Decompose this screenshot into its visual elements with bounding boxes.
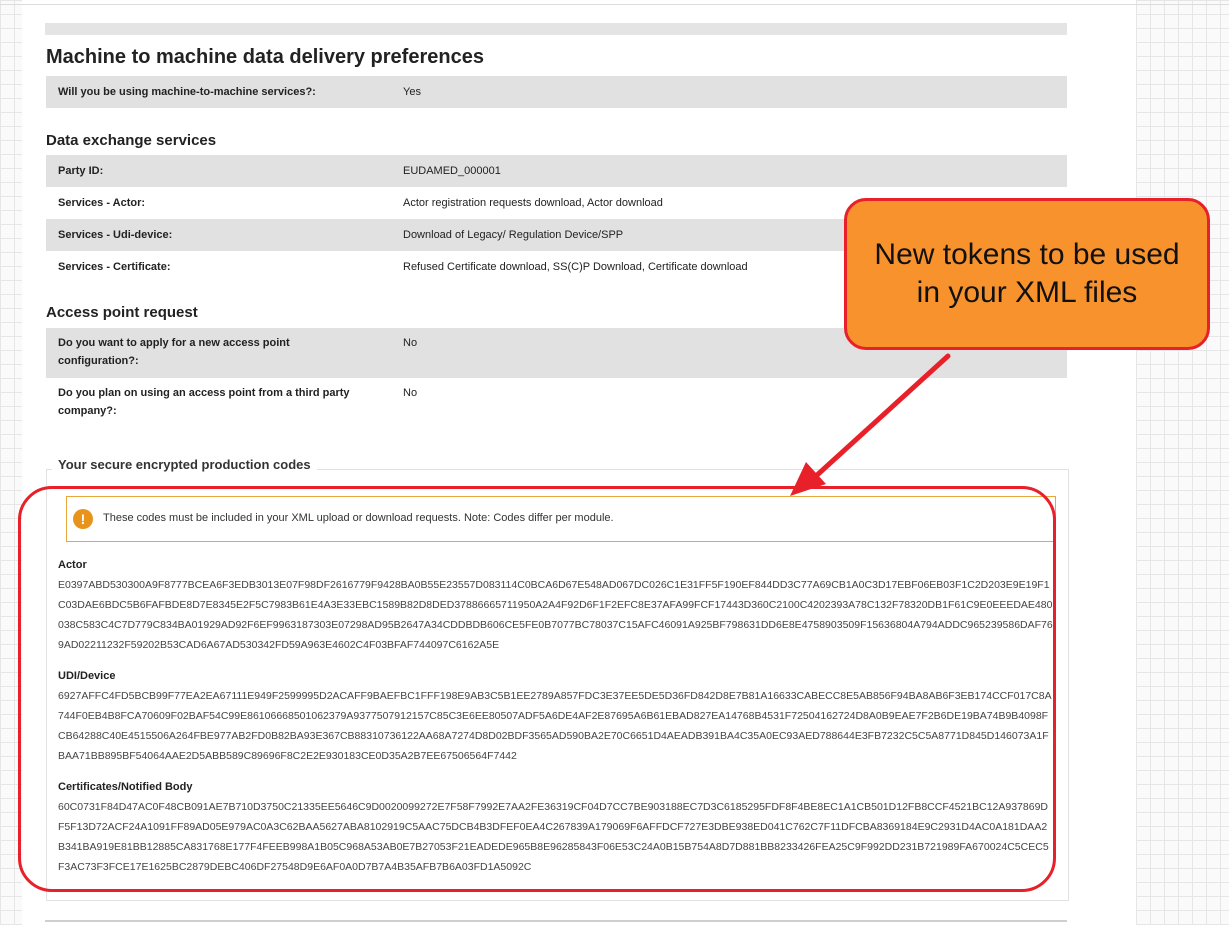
certificates-code-title: Certificates/Notified Body — [58, 781, 193, 793]
top-section-bar — [45, 23, 1067, 35]
party-id-row: Party ID: EUDAMED_000001 — [46, 155, 1067, 187]
access-point-title: Access point request — [46, 304, 198, 321]
services-udi-value: Download of Legacy/ Regulation Device/SP… — [403, 229, 624, 241]
party-id-value: EUDAMED_000001 — [403, 165, 501, 177]
callout-box: New tokens to be used in your XML files — [844, 198, 1210, 350]
certificates-code-block: Certificates/Notified Body 60C0731F84D47… — [58, 781, 1058, 877]
callout-line1: New tokens to be used — [874, 238, 1180, 271]
udi-device-code-block: UDI/Device 6927AFFC4FD5BCB99F77EA2EA6711… — [58, 670, 1058, 766]
grid-background-left — [0, 0, 22, 925]
data-exchange-title: Data exchange services — [46, 132, 217, 149]
m2m-row: Will you be using machine-to-machine ser… — [46, 76, 1067, 108]
third-party-value: No — [403, 387, 418, 399]
exclamation-icon: ! — [73, 509, 93, 529]
actor-code-block: Actor E0397ABD530300A9F8777BCEA6F3EDB301… — [58, 559, 1058, 655]
udi-device-code-value: 6927AFFC4FD5BCB99F77EA2EA67111E949F25999… — [58, 690, 1052, 762]
form-page: Machine to machine data delivery prefere… — [22, 6, 1136, 925]
callout-line2: in your XML files — [916, 276, 1138, 309]
third-party-label-line2: company?: — [58, 405, 117, 417]
party-id-label: Party ID: — [58, 165, 104, 177]
services-certificate-value: Refused Certificate download, SS(C)P Dow… — [403, 261, 748, 273]
actor-code-title: Actor — [58, 559, 87, 571]
grid-background-right — [1136, 0, 1229, 925]
third-party-access-point-row: Do you plan on using an access point fro… — [46, 378, 1067, 428]
udi-device-code-title: UDI/Device — [58, 670, 116, 682]
warning-alert: ! These codes must be included in your X… — [66, 496, 1056, 542]
services-actor-value: Actor registration requests download, Ac… — [403, 197, 663, 209]
services-actor-label: Services - Actor: — [58, 197, 146, 209]
bottom-divider — [45, 920, 1067, 922]
m2m-value: Yes — [403, 86, 421, 98]
new-access-point-value: No — [403, 337, 418, 349]
third-party-label-line1: Do you plan on using an access point fro… — [58, 387, 350, 399]
warning-text: These codes must be included in your XML… — [103, 512, 614, 524]
services-udi-label: Services - Udi-device: — [58, 229, 173, 241]
actor-code-value: E0397ABD530300A9F8777BCEA6F3EDB3013E07F9… — [58, 579, 1053, 651]
certificates-code-value: 60C0731F84D47AC0F48CB091AE7B710D3750C213… — [58, 801, 1049, 873]
new-access-point-label-line2: configuration?: — [58, 355, 139, 367]
top-divider — [0, 4, 1229, 5]
m2m-label: Will you be using machine-to-machine ser… — [58, 86, 316, 98]
page-title: Machine to machine data delivery prefere… — [46, 46, 484, 68]
production-codes-legend: Your secure encrypted production codes — [52, 457, 317, 472]
new-access-point-label-line1: Do you want to apply for a new access po… — [58, 337, 290, 349]
services-certificate-label: Services - Certificate: — [58, 261, 171, 273]
